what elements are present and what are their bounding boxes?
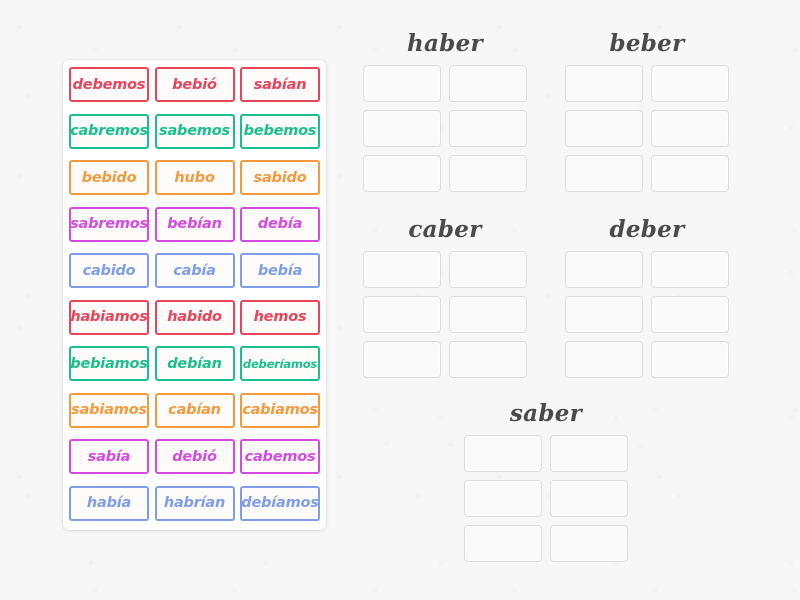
drop-slot[interactable] [565,341,643,378]
word-bank-row: sabremos bebían debía [69,206,320,244]
drop-slot[interactable] [363,251,441,288]
word-bank-row: sabiamos cabían cabiamos [69,392,320,430]
category-caber: caber [363,216,527,378]
word-tile[interactable]: cabemos [240,439,320,475]
word-tile[interactable]: hubo [154,160,235,196]
slot-grid-haber [363,65,527,192]
category-deber: deber [565,216,729,378]
word-bank-row: cabremos sabemos bebemos [69,113,320,151]
drop-slot[interactable] [565,296,643,333]
drop-slot[interactable] [550,435,628,472]
word-tile[interactable]: debemos [69,67,149,102]
word-tile[interactable]: bebemos [240,113,320,149]
drop-slot[interactable] [550,525,628,562]
word-tile[interactable]: deberíamos [240,346,320,382]
drop-slot[interactable] [651,251,729,288]
drop-slot[interactable] [449,251,527,288]
drop-slot[interactable] [363,155,441,192]
drop-slot[interactable] [449,296,527,333]
word-tile[interactable]: cabían [154,392,235,428]
drop-slot[interactable] [464,525,542,562]
word-tile[interactable]: sabido [240,160,320,196]
drop-slot[interactable] [651,341,729,378]
word-tile[interactable]: sabemos [154,113,235,149]
category-title-saber: saber [509,400,583,427]
drop-slot[interactable] [565,65,643,102]
slot-grid-beber [565,65,729,192]
category-haber: haber [363,30,527,192]
category-title-deber: deber [609,216,685,243]
word-bank-row: sabía debió cabemos [69,439,320,476]
drop-slot[interactable] [363,110,441,147]
word-tile[interactable]: bebía [240,253,320,289]
word-tile[interactable]: había [69,485,149,521]
word-tile[interactable]: bebiamos [69,346,149,382]
slot-grid-saber [464,435,628,562]
word-tile[interactable]: habido [154,299,235,335]
category-saber: saber [464,400,628,562]
word-tile[interactable]: bebió [154,67,235,102]
category-title-beber: beber [609,30,685,57]
drop-slot[interactable] [651,110,729,147]
drop-slot[interactable] [363,65,441,102]
word-bank-row: había habrían debíamos [69,485,320,523]
word-tile[interactable]: cabido [69,253,149,289]
drop-slot[interactable] [565,251,643,288]
drop-slot[interactable] [449,341,527,378]
drop-slot[interactable] [363,341,441,378]
word-bank-row: bebido hubo sabido [69,160,320,197]
word-tile[interactable]: cabremos [69,113,149,149]
word-bank-row: habiamos habido hemos [69,299,320,337]
word-tile[interactable]: habiamos [69,299,149,335]
word-tile[interactable]: sabiamos [69,392,149,428]
category-title-haber: haber [407,30,483,57]
word-tile[interactable]: debíamos [240,485,320,521]
word-tile[interactable]: bebían [154,206,235,242]
category-beber: beber [565,30,729,192]
word-tile[interactable]: cabiamos [240,392,320,428]
drop-slot[interactable] [651,296,729,333]
drop-slot[interactable] [651,155,729,192]
word-tile[interactable]: bebido [69,160,149,196]
word-bank-row: bebiamos debían deberíamos [69,346,320,383]
word-tile[interactable]: sabremos [69,206,149,242]
slot-grid-deber [565,251,729,378]
activity-stage: debemos bebió sabían cabremos sabemos bebemos… [0,0,800,600]
word-bank-row: debemos bebió sabían [69,67,320,104]
drop-slot[interactable] [651,65,729,102]
drop-slot[interactable] [449,155,527,192]
drop-slot[interactable] [449,65,527,102]
drop-slot[interactable] [565,110,643,147]
drop-slot[interactable] [464,435,542,472]
drop-slot[interactable] [363,296,441,333]
word-tile[interactable]: sabían [240,67,320,102]
drop-slot[interactable] [550,480,628,517]
category-title-caber: caber [408,216,482,243]
drop-slot[interactable] [464,480,542,517]
word-tile[interactable]: debían [154,346,235,382]
word-tile[interactable]: debía [240,206,320,242]
word-tile[interactable]: cabía [154,253,235,289]
word-bank-panel: debemos bebió sabían cabremos sabemos bebemos… [63,60,326,530]
drop-slot[interactable] [565,155,643,192]
drop-slot[interactable] [449,110,527,147]
word-tile[interactable]: debió [154,439,235,475]
word-bank-row: cabido cabía bebía [69,253,320,290]
word-tile[interactable]: hemos [240,299,320,335]
word-tile[interactable]: sabía [69,439,149,475]
word-tile[interactable]: habrían [154,485,235,521]
slot-grid-caber [363,251,527,378]
